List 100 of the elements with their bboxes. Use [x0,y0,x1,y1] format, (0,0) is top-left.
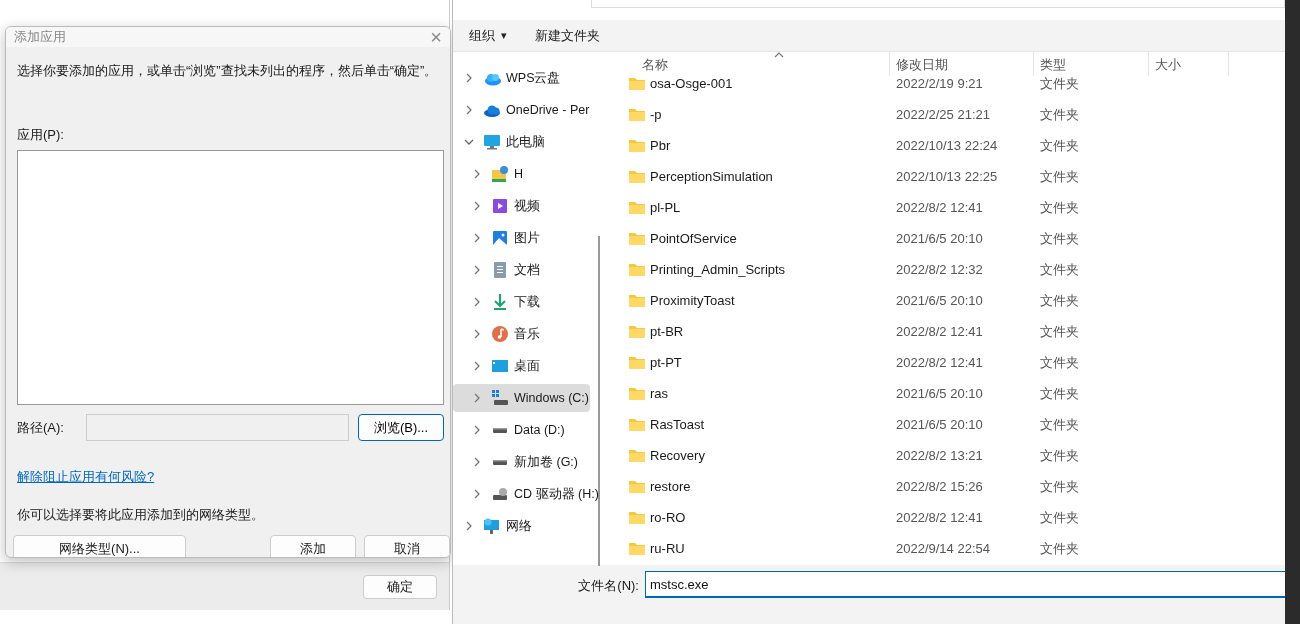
modified-date: 2022/10/13 22:25 [895,167,999,186]
file-name[interactable]: Recovery [650,445,705,466]
column-header[interactable]: 类型 [1034,52,1149,76]
toolbar-button[interactable]: 新建文件夹 [535,25,600,46]
filename-field[interactable]: mstsc.exe [645,571,1285,598]
nav-item[interactable]: 音乐 [453,320,590,348]
folder-icon [628,107,646,122]
folder-icon [628,169,646,184]
nav-item[interactable]: Data (D:) [453,416,590,444]
sort-caret-icon [774,52,784,58]
file-name[interactable]: Pbr [650,135,671,156]
address-field[interactable] [591,0,1285,8]
dialog-title: 添加应用 [14,28,66,47]
nav-item[interactable]: 此电脑 [453,128,590,156]
modified-date: 2021/6/5 20:10 [895,291,984,310]
apps-list[interactable] [17,150,444,405]
nav-item[interactable]: OneDrive - Per [453,96,590,124]
file-type: 文件夹 [1039,74,1080,93]
folder-icon [628,138,646,153]
file-name[interactable]: pt-PT [650,352,682,373]
cancel-button[interactable]: 取消 [364,535,450,557]
chevron-right-icon [474,169,480,179]
nav-item[interactable]: 新加卷 (G:) [453,448,590,476]
picture-icon [491,229,509,247]
folder-icon [628,448,646,463]
desktop-icon [491,357,509,375]
drive-icon [491,458,509,466]
nav-item[interactable]: 图片 [453,224,590,252]
file-type: 文件夹 [1039,167,1080,186]
folder-icon [628,76,646,91]
nav-item[interactable]: 文档 [453,256,590,284]
file-name[interactable]: ras [650,383,669,404]
chevron-right-icon [474,393,480,403]
folder-icon [628,541,646,556]
file-name[interactable]: ProximityToast [650,290,735,311]
toolbar-button[interactable]: 组织 ▾ [469,25,507,46]
modified-date: 2022/8/2 12:32 [895,260,984,279]
file-name[interactable]: Printing_Admin_Scripts [650,259,786,280]
modified-date: 2022/2/19 9:21 [895,74,984,93]
folder-icon [628,262,646,277]
modified-date: 2022/8/2 12:41 [895,353,984,372]
file-type: 文件夹 [1039,291,1080,310]
column-header[interactable]: 修改日期 [890,52,1034,76]
file-type: 文件夹 [1039,415,1080,434]
file-type: 文件夹 [1039,136,1080,155]
file-name[interactable]: pl-PL [650,197,681,218]
file-name[interactable]: ro-RO [650,507,686,528]
nav-item[interactable]: 视频 [453,192,590,220]
modified-date: 2022/8/2 15:26 [895,477,984,496]
chevron-right-icon [474,297,480,307]
music-icon [491,325,509,343]
file-name[interactable]: PointOfService [650,228,737,249]
file-type: 文件夹 [1039,229,1080,248]
column-header[interactable]: 名称 [628,52,890,76]
file-name[interactable]: restore [650,476,691,497]
file-name[interactable]: pt-BR [650,321,684,342]
ok-button[interactable]: 确定 [363,574,437,599]
risk-link[interactable]: 解除阻止应用有何风险? [17,467,155,487]
file-type: 文件夹 [1039,198,1080,217]
nav-item[interactable]: Windows (C:) [453,384,590,412]
file-type: 文件夹 [1039,384,1080,403]
chevron-right-icon [466,73,472,83]
modified-date: 2021/6/5 20:10 [895,415,984,434]
folder-icon [628,417,646,432]
nav-item[interactable]: 下载 [453,288,590,316]
add-button[interactable]: 添加 [270,535,356,557]
browse-button[interactable]: 浏览(B)... [358,414,444,441]
nav-item[interactable]: CD 驱动器 (H:) [453,480,599,508]
modified-date: 2022/2/25 21:21 [895,105,991,124]
nav-item[interactable]: WPS云盘 [453,64,590,92]
nav-item[interactable]: 网络 [453,512,590,540]
file-name[interactable]: RasToast [650,414,705,435]
network-note: 你可以选择要将此应用添加到的网络类型。 [17,505,265,524]
file-name[interactable]: PerceptionSimulation [650,166,773,187]
modified-date: 2022/8/2 12:41 [895,198,984,217]
apps-label: 应用(P): [17,125,65,144]
path-label: 路径(A): [17,418,64,437]
modified-date: 2022/8/2 12:41 [895,322,984,341]
modified-date: 2021/6/5 20:10 [895,229,984,248]
scrollbar[interactable] [598,236,600,566]
nav-item[interactable]: 桌面 [453,352,590,380]
folder-icon [628,479,646,494]
document-icon [491,261,509,279]
nav-item[interactable]: H [453,160,590,188]
folder-icon [628,293,646,308]
file-type: 文件夹 [1039,508,1080,527]
modified-date: 2021/6/5 20:10 [895,384,984,403]
file-type: 文件夹 [1039,105,1080,124]
filename-label: 文件名(N): [578,577,639,595]
network-type-button[interactable]: 网络类型(N)... [13,535,186,557]
file-name[interactable]: osa-Osge-001 [650,73,733,94]
network-icon [483,517,501,535]
column-header[interactable]: 大小 [1149,52,1229,76]
cd-drive-icon [491,485,509,503]
modified-date: 2022/8/2 13:21 [895,446,984,465]
folder-icon [628,510,646,525]
file-name[interactable]: ru-RU [650,538,685,559]
instruction-text: 选择你要添加的应用，或单击“浏览”查找未列出的程序，然后单击“确定”。 [17,62,439,80]
folder-icon [628,386,646,401]
file-name[interactable]: -p [650,104,662,125]
